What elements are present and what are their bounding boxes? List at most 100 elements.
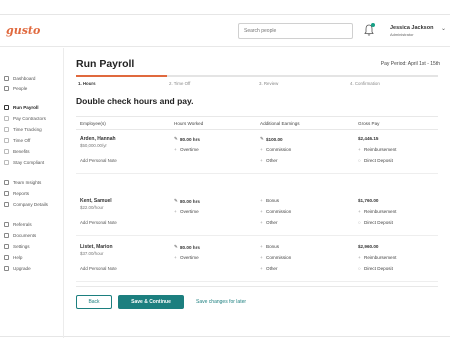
hours-field[interactable]: ✎ 80.00 hrs <box>174 198 200 204</box>
table-header: Employee(s) Hours Worked Additional Earn… <box>76 116 438 130</box>
sidebar-item-company-details[interactable]: Company Details <box>4 200 48 208</box>
gusto-logo[interactable]: gusto <box>6 24 40 37</box>
sidebar-item-time-tracking[interactable]: Time Tracking <box>4 125 42 133</box>
direct-deposit-option[interactable]: ○ Direct Deposit <box>358 158 393 163</box>
page-title: Run Payroll <box>76 58 135 70</box>
help-icon <box>4 254 9 260</box>
earnings-item[interactable]: + Other <box>260 266 278 271</box>
progress-track <box>76 75 438 77</box>
earnings-item[interactable]: ✎ $100.00 <box>260 136 283 142</box>
earnings-label: Bonus <box>266 198 280 203</box>
footer-actions: Back Save & Continue Save changes for la… <box>76 286 438 316</box>
sidebar-item-help[interactable]: Help <box>4 253 22 261</box>
sidebar-item-settings[interactable]: Settings <box>4 242 30 250</box>
overtime-add[interactable]: + Overtime <box>174 147 199 152</box>
upgrade-icon <box>4 265 9 271</box>
add-personal-note-link[interactable]: Add Personal Note <box>80 220 117 225</box>
save-for-later-link[interactable]: Save changes for later <box>196 299 246 305</box>
sidebar-item-label: Upgrade <box>13 265 31 271</box>
step-review: 3. Review <box>259 81 279 86</box>
overtime-add[interactable]: + Overtime <box>174 255 199 260</box>
earnings-label: Other <box>266 158 278 163</box>
sidebar-item-time-off[interactable]: Time Off <box>4 136 30 144</box>
employee-name: Arden, Hannah <box>80 136 116 142</box>
hours-value: 80.00 hrs <box>180 198 200 204</box>
sidebar-item-upgrade[interactable]: Upgrade <box>4 264 31 272</box>
sidebar-item-label: Time Tracking <box>13 126 42 132</box>
gross-pay-value: $1,760.00 <box>358 198 379 203</box>
sidebar-item-label: Benefits <box>13 148 30 154</box>
add-personal-note-link[interactable]: Add Personal Note <box>80 158 117 163</box>
section-title: Double check hours and pay. <box>76 96 194 106</box>
user-role: Administrator <box>390 32 414 37</box>
sidebar-item-label: Reports <box>13 190 30 196</box>
earnings-label: Other <box>266 266 278 271</box>
sidebar-item-label: Referrals <box>13 221 32 227</box>
direct-deposit-option[interactable]: ○ Direct Deposit <box>358 220 393 225</box>
reimbursement-add[interactable]: + Reimbursement <box>358 147 396 152</box>
reports-icon <box>4 190 9 196</box>
sidebar-item-documents[interactable]: Documents <box>4 231 36 239</box>
overtime-add[interactable]: + Overtime <box>174 209 199 214</box>
sidebar-item-label: Help <box>13 254 23 260</box>
direct-deposit-option[interactable]: ○ Direct Deposit <box>358 266 393 271</box>
sidebar-item-reports[interactable]: Reports <box>4 189 29 197</box>
sidebar: Dashboard People Run Payroll Pay Contrac… <box>0 48 64 338</box>
back-button[interactable]: Back <box>76 295 112 309</box>
pay-period: Pay Period: April 1st - 15th <box>380 61 440 67</box>
sidebar-item-label: Settings <box>13 243 30 249</box>
overtime-label: Overtime <box>180 255 199 260</box>
earnings-item[interactable]: + Commission <box>260 255 291 260</box>
earnings-item[interactable]: + Other <box>260 158 278 163</box>
calendar-icon <box>4 137 9 143</box>
employee-name: Listet, Marion <box>80 244 113 250</box>
earnings-item[interactable]: + Bonus <box>260 244 279 249</box>
sidebar-item-stay-compliant[interactable]: Stay Compliant <box>4 158 44 166</box>
sidebar-item-benefits[interactable]: Benefits <box>4 147 30 155</box>
column-header-earnings: Additional Earnings <box>260 121 300 126</box>
earnings-item[interactable]: + Commission <box>260 209 291 214</box>
column-header-hours: Hours Worked <box>174 121 204 126</box>
search-input[interactable] <box>238 23 353 39</box>
sidebar-item-label: Time Off <box>13 137 31 143</box>
column-header-employees: Employee(s) <box>80 121 106 126</box>
sidebar-item-dashboard[interactable]: Dashboard <box>4 74 35 82</box>
sidebar-item-run-payroll[interactable]: Run Payroll <box>4 103 39 111</box>
sidebar-item-people[interactable]: People <box>4 84 27 92</box>
sidebar-item-referrals[interactable]: Referrals <box>4 220 32 228</box>
gear-icon <box>4 243 9 249</box>
earnings-label: Commission <box>266 255 292 260</box>
shield-icon <box>4 159 9 165</box>
reimbursement-add[interactable]: + Reimbursement <box>358 209 396 214</box>
building-icon <box>4 201 9 207</box>
home-icon <box>4 75 9 81</box>
employee-name: Kent, Samuel <box>80 198 112 204</box>
main-content: Run Payroll Pay Period: April 1st - 15th… <box>64 48 450 338</box>
earnings-item[interactable]: + Other <box>260 220 278 225</box>
table-row: Arden, Hannah $50,000.00/yr Add Personal… <box>76 130 438 174</box>
document-icon <box>4 232 9 238</box>
hours-field[interactable]: ✎ 80.00 hrs <box>174 244 200 250</box>
save-continue-button[interactable]: Save & Continue <box>118 295 184 309</box>
step-hours: 1. Hours <box>78 81 96 86</box>
employee-rate: $37.00/hour <box>80 251 104 256</box>
sidebar-item-pay-contractors[interactable]: Pay Contractors <box>4 114 46 122</box>
sidebar-item-label: Company Details <box>13 201 48 207</box>
gross-pay-value: $2,960.00 <box>358 244 379 249</box>
sidebar-item-team-insights[interactable]: Team Insights <box>4 178 41 186</box>
earnings-item[interactable]: + Bonus <box>260 198 279 203</box>
payroll-icon <box>4 104 9 110</box>
sidebar-item-label: Run Payroll <box>13 104 39 110</box>
clock-icon <box>4 126 9 132</box>
hours-value: 80.00 hrs <box>180 244 200 250</box>
add-personal-note-link[interactable]: Add Personal Note <box>80 266 117 271</box>
overtime-label: Overtime <box>180 209 199 214</box>
progress-fill <box>76 75 167 77</box>
table-row: Kent, Samuel $22.00/hour Add Personal No… <box>76 192 438 236</box>
reimbursement-add[interactable]: + Reimbursement <box>358 255 396 260</box>
earnings-item[interactable]: + Commission <box>260 147 291 152</box>
hours-field[interactable]: ✎ 80.00 hrs <box>174 136 200 142</box>
deposit-label: Direct Deposit <box>364 158 393 163</box>
user-name[interactable]: Jessica Jackson <box>390 25 433 31</box>
chevron-down-icon[interactable]: ⌄ <box>441 25 446 32</box>
